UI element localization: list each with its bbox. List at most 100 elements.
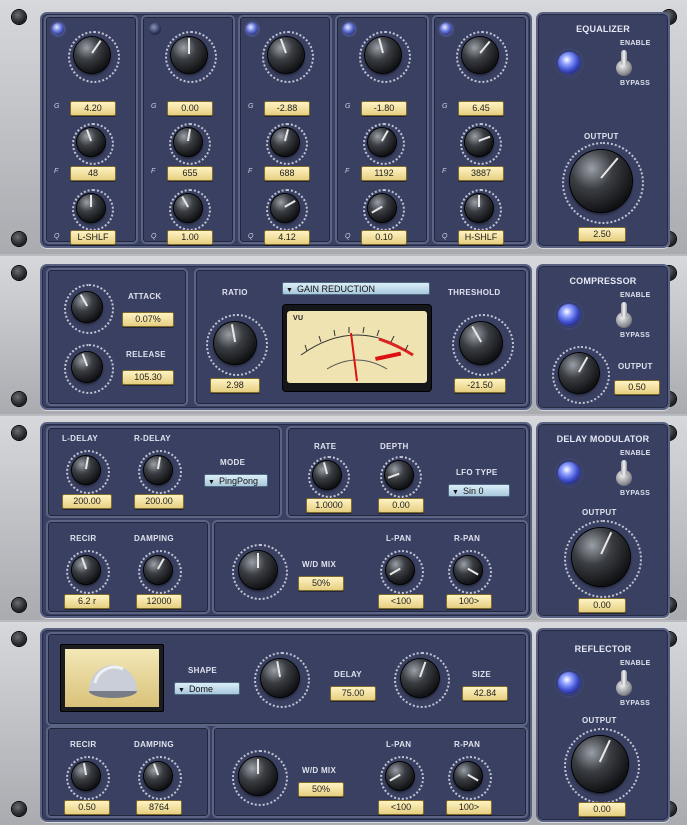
reflector-output-knob[interactable]: [572, 736, 628, 792]
eq-freq-knob[interactable]: [77, 128, 105, 156]
eq-output-knob[interactable]: [570, 150, 632, 212]
l-pan-value[interactable]: <100: [378, 594, 424, 609]
threshold-knob[interactable]: [460, 322, 502, 364]
release-value[interactable]: 105.30: [122, 370, 174, 385]
eq-freq-value[interactable]: 655: [167, 166, 213, 181]
l-delay-knob[interactable]: [72, 456, 100, 484]
eq-q-knob[interactable]: [368, 194, 396, 222]
r-delay-knob[interactable]: [144, 456, 172, 484]
delay-output-knob[interactable]: [572, 528, 630, 586]
wd-mix-value[interactable]: 50%: [298, 576, 344, 591]
reflector-damping-knob[interactable]: [144, 762, 172, 790]
wd-mix-knob[interactable]: [239, 551, 277, 589]
eq-freq-knob[interactable]: [368, 128, 396, 156]
reflector-r-pan-value[interactable]: 100>: [446, 800, 492, 815]
band-enable-led[interactable]: [343, 23, 355, 35]
recir-knob[interactable]: [72, 556, 100, 584]
eq-q-value[interactable]: 4.12: [264, 230, 310, 245]
eq-gain-value[interactable]: 4.20: [70, 101, 116, 116]
eq-gain-knob[interactable]: [268, 37, 304, 73]
band-enable-led[interactable]: [52, 23, 64, 35]
eq-q-value[interactable]: 1.00: [167, 230, 213, 245]
lfo-type-dropdown[interactable]: ▼ Sin 0: [448, 484, 510, 497]
reflector-recir-value[interactable]: 0.50: [64, 800, 110, 815]
eq-q-knob[interactable]: [77, 194, 105, 222]
attack-label: ATTACK: [128, 292, 162, 301]
eq-gain-value[interactable]: 6.45: [458, 101, 504, 116]
eq-gain-value[interactable]: -2.88: [264, 101, 310, 116]
eq-freq-value[interactable]: 3887: [458, 166, 504, 181]
comp-output-knob[interactable]: [559, 353, 599, 393]
bypass-label: BYPASS: [620, 332, 651, 339]
attack-knob[interactable]: [72, 292, 102, 322]
eq-gain-knob[interactable]: [74, 37, 110, 73]
reflector-r-pan-knob[interactable]: [454, 762, 482, 790]
comp-output-value[interactable]: 0.50: [614, 380, 660, 395]
eq-gain-knob[interactable]: [462, 37, 498, 73]
reflector-output-value[interactable]: 0.00: [578, 802, 626, 817]
eq-q-knob[interactable]: [174, 194, 202, 222]
eq-gain-knob[interactable]: [171, 37, 207, 73]
damping-label: DAMPING: [134, 534, 174, 543]
eq-freq-knob[interactable]: [465, 128, 493, 156]
reflector-wd-mix-value[interactable]: 50%: [298, 782, 344, 797]
reflector-bypass-toggle[interactable]: [616, 670, 632, 698]
reflector-enable-led[interactable]: [558, 672, 580, 694]
eq-freq-knob[interactable]: [174, 128, 202, 156]
r-delay-value[interactable]: 200.00: [134, 494, 184, 509]
eq-freq-value[interactable]: 1192: [361, 166, 407, 181]
eq-enable-led[interactable]: [558, 52, 580, 74]
recir-value[interactable]: 6.2 r: [64, 594, 110, 609]
eq-gain-value[interactable]: 0.00: [167, 101, 213, 116]
eq-q-knob[interactable]: [465, 194, 493, 222]
reflector-l-pan-value[interactable]: <100: [378, 800, 424, 815]
reflector-title: REFLECTOR: [574, 644, 632, 654]
eq-gain-value[interactable]: -1.80: [361, 101, 407, 116]
reflector-wd-mix-knob[interactable]: [239, 757, 277, 795]
attack-value[interactable]: 0.07%: [122, 312, 174, 327]
release-knob[interactable]: [72, 352, 102, 382]
band-enable-led[interactable]: [149, 23, 161, 35]
delay-enable-led[interactable]: [558, 462, 580, 484]
reflector-delay-value[interactable]: 75.00: [330, 686, 376, 701]
delay-output-value[interactable]: 0.00: [578, 598, 626, 613]
damping-value[interactable]: 12000: [136, 594, 182, 609]
eq-q-value[interactable]: 0.10: [361, 230, 407, 245]
rate-knob[interactable]: [313, 461, 341, 489]
mode-dropdown[interactable]: ▼ PingPong: [204, 474, 268, 487]
threshold-value[interactable]: -21.50: [454, 378, 506, 393]
band-enable-led[interactable]: [246, 23, 258, 35]
eq-q-knob[interactable]: [271, 194, 299, 222]
size-value[interactable]: 42.84: [462, 686, 508, 701]
reflector-damping-value[interactable]: 8764: [136, 800, 182, 815]
ratio-knob[interactable]: [214, 322, 256, 364]
rate-value[interactable]: 1.0000: [306, 498, 352, 513]
depth-value[interactable]: 0.00: [378, 498, 424, 513]
ratio-value[interactable]: 2.98: [210, 378, 260, 393]
shape-dropdown[interactable]: ▼ Dome: [174, 682, 240, 695]
reflector-recir-knob[interactable]: [72, 762, 100, 790]
l-delay-value[interactable]: 200.00: [62, 494, 112, 509]
depth-knob[interactable]: [385, 461, 413, 489]
eq-q-value[interactable]: L-SHLF: [70, 230, 116, 245]
eq-output-value[interactable]: 2.50: [578, 227, 626, 242]
delay-bypass-toggle[interactable]: [616, 460, 632, 488]
l-pan-knob[interactable]: [386, 556, 414, 584]
reflector-l-pan-knob[interactable]: [386, 762, 414, 790]
eq-freq-knob[interactable]: [271, 128, 299, 156]
reflector-delay-knob[interactable]: [261, 659, 299, 697]
band-enable-led[interactable]: [440, 23, 452, 35]
eq-freq-value[interactable]: 48: [70, 166, 116, 181]
comp-bypass-toggle[interactable]: [616, 302, 632, 330]
size-knob[interactable]: [401, 659, 439, 697]
damping-knob[interactable]: [144, 556, 172, 584]
r-pan-value[interactable]: 100>: [446, 594, 492, 609]
eq-gain-knob[interactable]: [365, 37, 401, 73]
comp-enable-led[interactable]: [558, 304, 580, 326]
eq-bypass-toggle[interactable]: [616, 50, 632, 78]
r-pan-knob[interactable]: [454, 556, 482, 584]
meter-select-dropdown[interactable]: ▼ GAIN REDUCTION: [282, 282, 430, 295]
eq-q-value[interactable]: H-SHLF: [458, 230, 504, 245]
bypass-label: BYPASS: [620, 700, 651, 707]
eq-freq-value[interactable]: 688: [264, 166, 310, 181]
